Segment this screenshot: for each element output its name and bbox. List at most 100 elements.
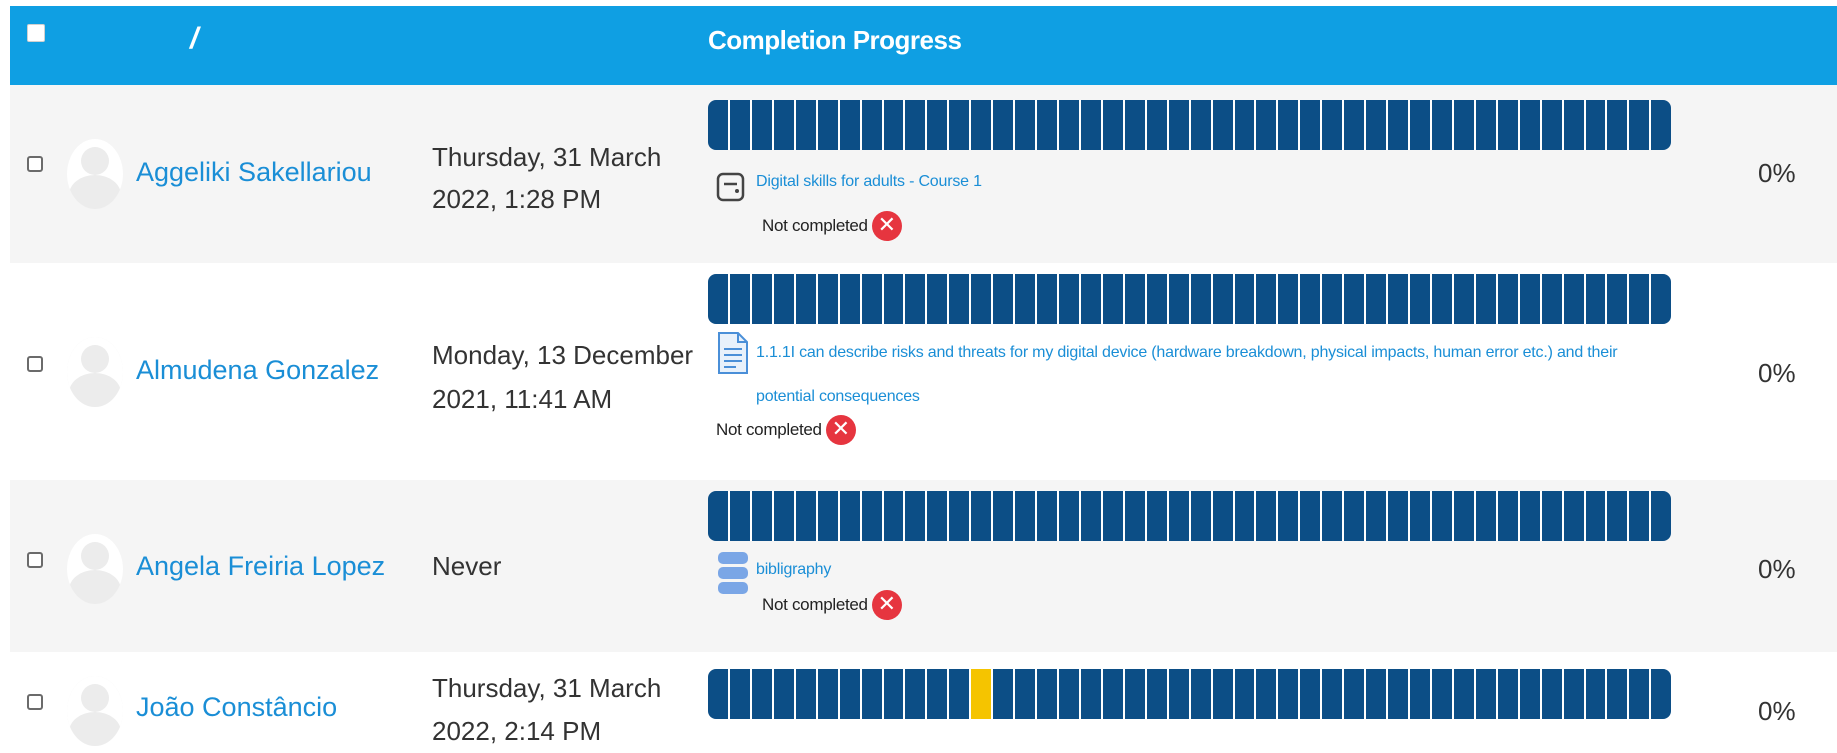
progress-segment-current[interactable] [971, 669, 994, 719]
progress-segment[interactable] [752, 274, 774, 324]
progress-segment[interactable] [1081, 100, 1103, 150]
progress-segment[interactable] [1235, 100, 1257, 150]
row-checkbox[interactable] [27, 356, 43, 372]
progress-segment[interactable] [1169, 491, 1191, 541]
progress-segment[interactable] [1103, 100, 1125, 150]
progress-segment[interactable] [752, 669, 774, 719]
progress-segment[interactable] [1037, 100, 1059, 150]
progress-segment[interactable] [840, 100, 862, 150]
progress-segment[interactable] [1542, 100, 1564, 150]
progress-segment[interactable] [1432, 491, 1454, 541]
avatar[interactable] [67, 676, 123, 746]
progress-segment[interactable] [1564, 669, 1586, 719]
progress-segment[interactable] [1498, 669, 1520, 719]
progress-segment[interactable] [1322, 274, 1345, 324]
progress-segment[interactable] [1235, 274, 1257, 324]
progress-segment[interactable] [1015, 274, 1038, 324]
progress-segment[interactable] [774, 100, 796, 150]
progress-segment[interactable] [1388, 100, 1410, 150]
progress-segment[interactable] [862, 274, 884, 324]
progress-segment[interactable] [796, 100, 818, 150]
progress-segment[interactable] [1344, 274, 1367, 324]
progress-segment[interactable] [884, 100, 906, 150]
progress-segment[interactable] [993, 100, 1016, 150]
user-name-link[interactable]: Angela Freiria Lopez [136, 549, 385, 583]
avatar[interactable] [67, 139, 123, 209]
progress-segment[interactable] [840, 669, 862, 719]
progress-segment[interactable] [1629, 100, 1652, 150]
progress-segment[interactable] [1169, 669, 1191, 719]
progress-segment[interactable] [1388, 669, 1410, 719]
progress-segment[interactable] [818, 491, 840, 541]
progress-segment[interactable] [1147, 100, 1169, 150]
progress-segment[interactable] [1059, 669, 1081, 719]
progress-segment[interactable] [1454, 491, 1476, 541]
progress-segment[interactable] [1081, 491, 1103, 541]
progress-segment[interactable] [708, 274, 730, 324]
progress-segment[interactable] [1103, 669, 1125, 719]
progress-segment[interactable] [840, 274, 862, 324]
progress-segment[interactable] [1037, 669, 1059, 719]
progress-segment[interactable] [884, 669, 906, 719]
progress-segment[interactable] [1476, 491, 1498, 541]
progress-segment[interactable] [862, 491, 884, 541]
name-sort-separator[interactable]: / [190, 24, 198, 54]
progress-segment[interactable] [1278, 274, 1301, 324]
progress-segment[interactable] [927, 274, 950, 324]
progress-segment[interactable] [1410, 491, 1432, 541]
progress-segment[interactable] [1300, 491, 1323, 541]
progress-segment[interactable] [1300, 669, 1323, 719]
progress-segment[interactable] [1366, 274, 1389, 324]
progress-segment[interactable] [774, 274, 796, 324]
progress-segment[interactable] [1081, 274, 1103, 324]
progress-segment[interactable] [1081, 669, 1103, 719]
progress-segment[interactable] [1015, 669, 1038, 719]
progress-segment[interactable] [1256, 491, 1279, 541]
progress-segment[interactable] [884, 491, 906, 541]
avatar[interactable] [67, 534, 123, 604]
progress-segment[interactable] [708, 669, 730, 719]
progress-segment[interactable] [1542, 491, 1564, 541]
progress-segment[interactable] [949, 669, 972, 719]
progress-segment[interactable] [1476, 274, 1498, 324]
progress-segment[interactable] [993, 491, 1016, 541]
progress-segment[interactable] [708, 491, 730, 541]
progress-segment[interactable] [1366, 669, 1389, 719]
completion-progress-bar[interactable] [708, 669, 1671, 719]
progress-segment[interactable] [1651, 100, 1671, 150]
progress-segment[interactable] [1388, 491, 1410, 541]
progress-segment[interactable] [1213, 669, 1235, 719]
progress-segment[interactable] [730, 274, 752, 324]
user-name-link[interactable]: Almudena Gonzalez [136, 353, 379, 387]
progress-segment[interactable] [1125, 491, 1147, 541]
progress-segment[interactable] [1607, 100, 1630, 150]
progress-segment[interactable] [905, 100, 928, 150]
progress-segment[interactable] [1476, 669, 1498, 719]
progress-segment[interactable] [1191, 491, 1213, 541]
progress-segment[interactable] [1564, 274, 1586, 324]
progress-segment[interactable] [905, 669, 928, 719]
activity-link[interactable]: bibligraphy [756, 548, 831, 592]
row-checkbox[interactable] [27, 552, 43, 568]
row-checkbox[interactable] [27, 694, 43, 710]
progress-segment[interactable] [1586, 274, 1608, 324]
progress-segment[interactable] [840, 491, 862, 541]
progress-segment[interactable] [1213, 100, 1235, 150]
progress-segment[interactable] [752, 100, 774, 150]
progress-segment[interactable] [1607, 491, 1630, 541]
progress-segment[interactable] [1147, 491, 1169, 541]
progress-segment[interactable] [1059, 100, 1081, 150]
progress-segment[interactable] [862, 100, 884, 150]
progress-segment[interactable] [1235, 491, 1257, 541]
progress-segment[interactable] [949, 100, 972, 150]
progress-segment[interactable] [730, 669, 752, 719]
progress-segment[interactable] [862, 669, 884, 719]
progress-segment[interactable] [1235, 669, 1257, 719]
progress-segment[interactable] [774, 491, 796, 541]
progress-segment[interactable] [1651, 669, 1671, 719]
progress-segment[interactable] [1607, 274, 1630, 324]
progress-segment[interactable] [752, 491, 774, 541]
progress-segment[interactable] [730, 491, 752, 541]
progress-segment[interactable] [1498, 100, 1520, 150]
progress-segment[interactable] [1520, 669, 1542, 719]
